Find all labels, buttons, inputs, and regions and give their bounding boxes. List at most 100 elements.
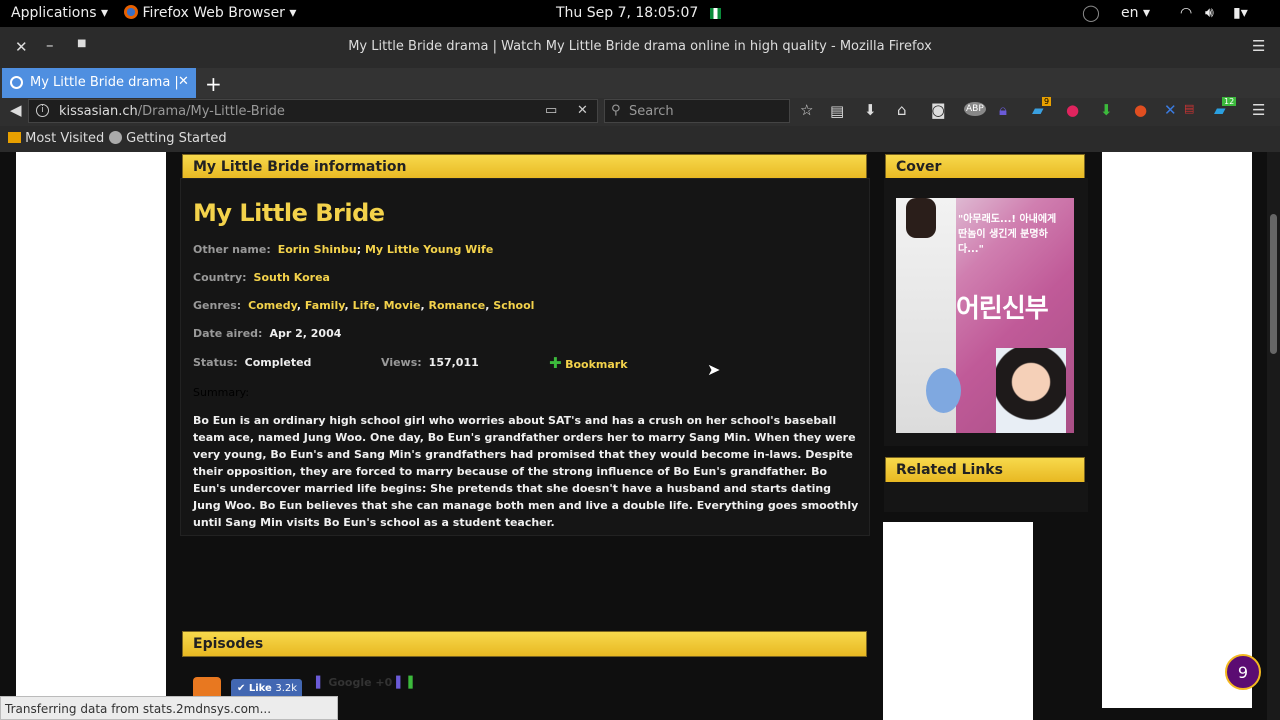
poster-guitar xyxy=(926,368,961,413)
notification-badge[interactable]: 9 xyxy=(1225,654,1261,690)
tab-label: My Little Bride drama | xyxy=(30,75,179,90)
url-bar[interactable]: i kissasian.ch/Drama/My-Little-Bride ▭ ✕ xyxy=(28,99,598,123)
related-links-header: Related Links xyxy=(885,457,1085,483)
status-value: Completed xyxy=(244,356,312,369)
back-icon[interactable]: ◀ xyxy=(10,101,22,119)
status-row: Status: Completed xyxy=(193,356,311,369)
poster-figure-right xyxy=(996,348,1066,433)
google-plus-button[interactable]: ▌ Google +0 ▌ ▌ xyxy=(316,676,417,689)
genres-label: Genres: xyxy=(193,299,242,312)
ad-space xyxy=(883,522,1033,720)
circle-icon[interactable]: ◯ xyxy=(1082,3,1100,22)
url-host: kissasian.ch xyxy=(59,104,138,119)
bookmark-button[interactable]: ✚ Bookmark xyxy=(549,354,628,372)
new-tab-button[interactable]: + xyxy=(205,72,222,96)
genre-link[interactable]: Comedy xyxy=(248,299,297,312)
pinterest-icon[interactable]: ● xyxy=(1066,101,1079,119)
bookmark-star-icon[interactable]: ☆ xyxy=(800,101,813,119)
globe-icon xyxy=(10,76,23,89)
globe-icon xyxy=(109,131,122,144)
us-flag-icon[interactable]: ▤ xyxy=(1184,102,1194,115)
mouse-cursor-icon: ➤ xyxy=(707,360,721,379)
url-path: /Drama/My-Little-Bride xyxy=(137,104,285,119)
search-icon: ⚲ xyxy=(611,103,621,118)
cover-panel: "아무래도...! 아내에게 딴놈이 생긴게 분명하다..." 어린신부 xyxy=(884,178,1088,446)
menu-icon[interactable]: ☰ xyxy=(1252,37,1265,55)
genres-row: Genres: Comedy, Family, Life, Movie, Rom… xyxy=(193,299,535,312)
summary-label: Summary: xyxy=(193,386,250,399)
info-header: My Little Bride information xyxy=(182,154,867,180)
window-title: My Little Bride drama | Watch My Little … xyxy=(348,39,932,54)
library-icon[interactable]: ▤ xyxy=(830,102,844,120)
poster-title: 어린신부 xyxy=(956,294,1049,324)
genre-link[interactable]: Life xyxy=(353,299,376,312)
other-name-link-2[interactable]: My Little Young Wife xyxy=(365,243,493,256)
extension-badge-12: 12 xyxy=(1222,97,1237,106)
country-link[interactable]: South Korea xyxy=(254,271,330,284)
battery-icon[interactable]: ▮▾ xyxy=(1233,5,1248,21)
language-menu[interactable]: en ▾ xyxy=(1121,5,1150,21)
right-ad-space xyxy=(1102,152,1252,708)
summary-text: Bo Eun is an ordinary high school girl w… xyxy=(193,414,859,529)
country-row: Country: South Korea xyxy=(193,271,330,284)
firefox-icon xyxy=(124,5,138,19)
related-links-panel xyxy=(884,482,1088,512)
home-icon[interactable]: ⌂ xyxy=(897,101,907,119)
window-titlebar: ✕ – ■ My Little Bride drama | Watch My L… xyxy=(0,27,1280,68)
hamburger-menu-icon[interactable]: ☰ xyxy=(1252,101,1265,119)
page-scrollbar[interactable] xyxy=(1267,152,1280,720)
other-name-link-1[interactable]: Eorin Shinbu xyxy=(278,243,357,256)
genre-link[interactable]: Family xyxy=(305,299,345,312)
tab-active[interactable]: My Little Bride drama | ✕ xyxy=(2,68,196,98)
cover-header: Cover xyxy=(885,154,1085,180)
poster-hair xyxy=(906,198,936,238)
plus-icon: ✚ xyxy=(549,354,562,372)
status-bar: Transferring data from stats.2mdnsys.com… xyxy=(0,696,338,720)
genre-link[interactable]: School xyxy=(493,299,534,312)
date-aired-row: Date aired: Apr 2, 2004 xyxy=(193,327,341,340)
clear-url-icon[interactable]: ✕ xyxy=(577,103,588,118)
green-download-icon[interactable]: ⬇ xyxy=(1100,101,1113,119)
views-label: Views: xyxy=(381,356,422,369)
episodes-header: Episodes xyxy=(182,631,867,657)
pocket-icon[interactable]: ◙ xyxy=(931,101,946,119)
drama-title: My Little Bride xyxy=(193,199,385,227)
getting-started-bookmark[interactable]: Getting Started xyxy=(109,131,227,146)
check-icon: ✔ xyxy=(237,683,246,694)
clock[interactable]: Thu Sep 7, 18:05:07 xyxy=(556,5,698,21)
date-aired-value: Apr 2, 2004 xyxy=(269,327,342,340)
views-row: Views: 157,011 xyxy=(381,356,479,369)
lock-icon[interactable]: 🔒︎ xyxy=(999,101,1007,119)
page-content: My Little Bride information My Little Br… xyxy=(0,152,1280,720)
left-ad-space xyxy=(16,152,166,720)
system-top-bar: Applications ▾ Firefox Web Browser ▾ Thu… xyxy=(0,0,1280,27)
tab-close-icon[interactable]: ✕ xyxy=(178,74,189,89)
flag-icon xyxy=(710,8,721,19)
genre-link[interactable]: Romance xyxy=(429,299,486,312)
download-icon[interactable]: ⬇ xyxy=(864,101,877,119)
views-value: 157,011 xyxy=(428,356,479,369)
scrollbar-thumb[interactable] xyxy=(1270,214,1277,354)
country-label: Country: xyxy=(193,271,247,284)
cover-poster: "아무래도...! 아내에게 딴놈이 생긴게 분명하다..." 어린신부 xyxy=(896,198,1074,433)
genre-link[interactable]: Movie xyxy=(384,299,421,312)
volume-icon[interactable]: 🔊︎ xyxy=(1205,5,1214,21)
wifi-icon[interactable]: ◠ xyxy=(1180,5,1192,21)
info-icon[interactable]: i xyxy=(36,104,49,117)
applications-menu[interactable]: Applications ▾ xyxy=(11,5,108,21)
other-name-row: Other name: Eorin Shinbu; My Little Youn… xyxy=(193,243,494,256)
date-aired-label: Date aired: xyxy=(193,327,263,340)
reader-view-icon[interactable]: ▭ xyxy=(545,103,557,118)
other-name-label: Other name: xyxy=(193,243,271,256)
browser-menu[interactable]: Firefox Web Browser ▾ xyxy=(124,5,296,21)
x-icon[interactable]: ✕ xyxy=(1164,101,1177,119)
most-visited-bookmark[interactable]: Most Visited xyxy=(8,131,104,146)
search-placeholder: Search xyxy=(629,104,674,119)
search-input[interactable]: ⚲ Search xyxy=(604,99,790,123)
adblock-icon[interactable]: ABP xyxy=(964,102,986,116)
extension-icon-2[interactable]: ● xyxy=(1134,101,1147,119)
tab-bar: My Little Bride drama | ✕ + xyxy=(0,68,1280,98)
bookmark-label: Bookmark xyxy=(565,358,628,371)
folder-icon xyxy=(8,132,21,143)
status-label: Status: xyxy=(193,356,238,369)
